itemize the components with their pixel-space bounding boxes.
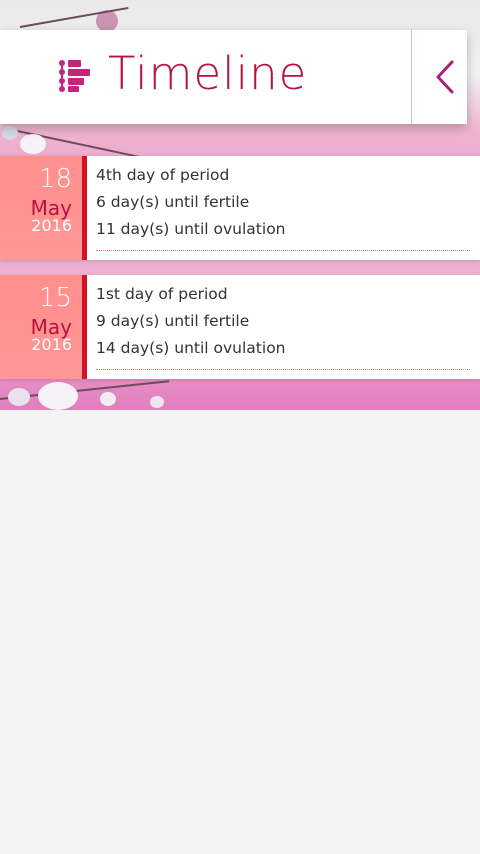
app-header: Timeline: [0, 30, 467, 124]
timeline-list-icon[interactable]: [58, 58, 92, 94]
entry-days-until-fertile: 9 day(s) until fertile: [96, 312, 250, 330]
entry-year: 2016: [31, 335, 72, 354]
entry-days-until-ovulation: 11 day(s) until ovulation: [96, 220, 286, 238]
entry-days-until-fertile: 6 day(s) until fertile: [96, 193, 250, 211]
entry-date-block: 15 May 2016: [0, 275, 87, 379]
chevron-left-icon: [436, 60, 454, 94]
timeline-entry[interactable]: 18 May 2016 4th day of period 6 day(s) u…: [0, 156, 480, 260]
entry-days-until-ovulation: 14 day(s) until ovulation: [96, 339, 286, 357]
entry-year: 2016: [31, 216, 72, 235]
entry-day: 18: [38, 164, 72, 194]
entry-period-day: 4th day of period: [96, 166, 230, 184]
entry-divider: [96, 369, 470, 370]
back-button[interactable]: [412, 30, 467, 124]
entry-divider: [96, 250, 470, 251]
entry-details: 4th day of period 6 day(s) until fertile…: [96, 162, 286, 243]
timeline-entry[interactable]: 15 May 2016 1st day of period 9 day(s) u…: [0, 275, 480, 379]
entry-details: 1st day of period 9 day(s) until fertile…: [96, 281, 286, 362]
entry-period-day: 1st day of period: [96, 285, 228, 303]
page-title: Timeline: [108, 47, 308, 100]
entry-day: 15: [38, 283, 72, 313]
entry-date-block: 18 May 2016: [0, 156, 87, 260]
